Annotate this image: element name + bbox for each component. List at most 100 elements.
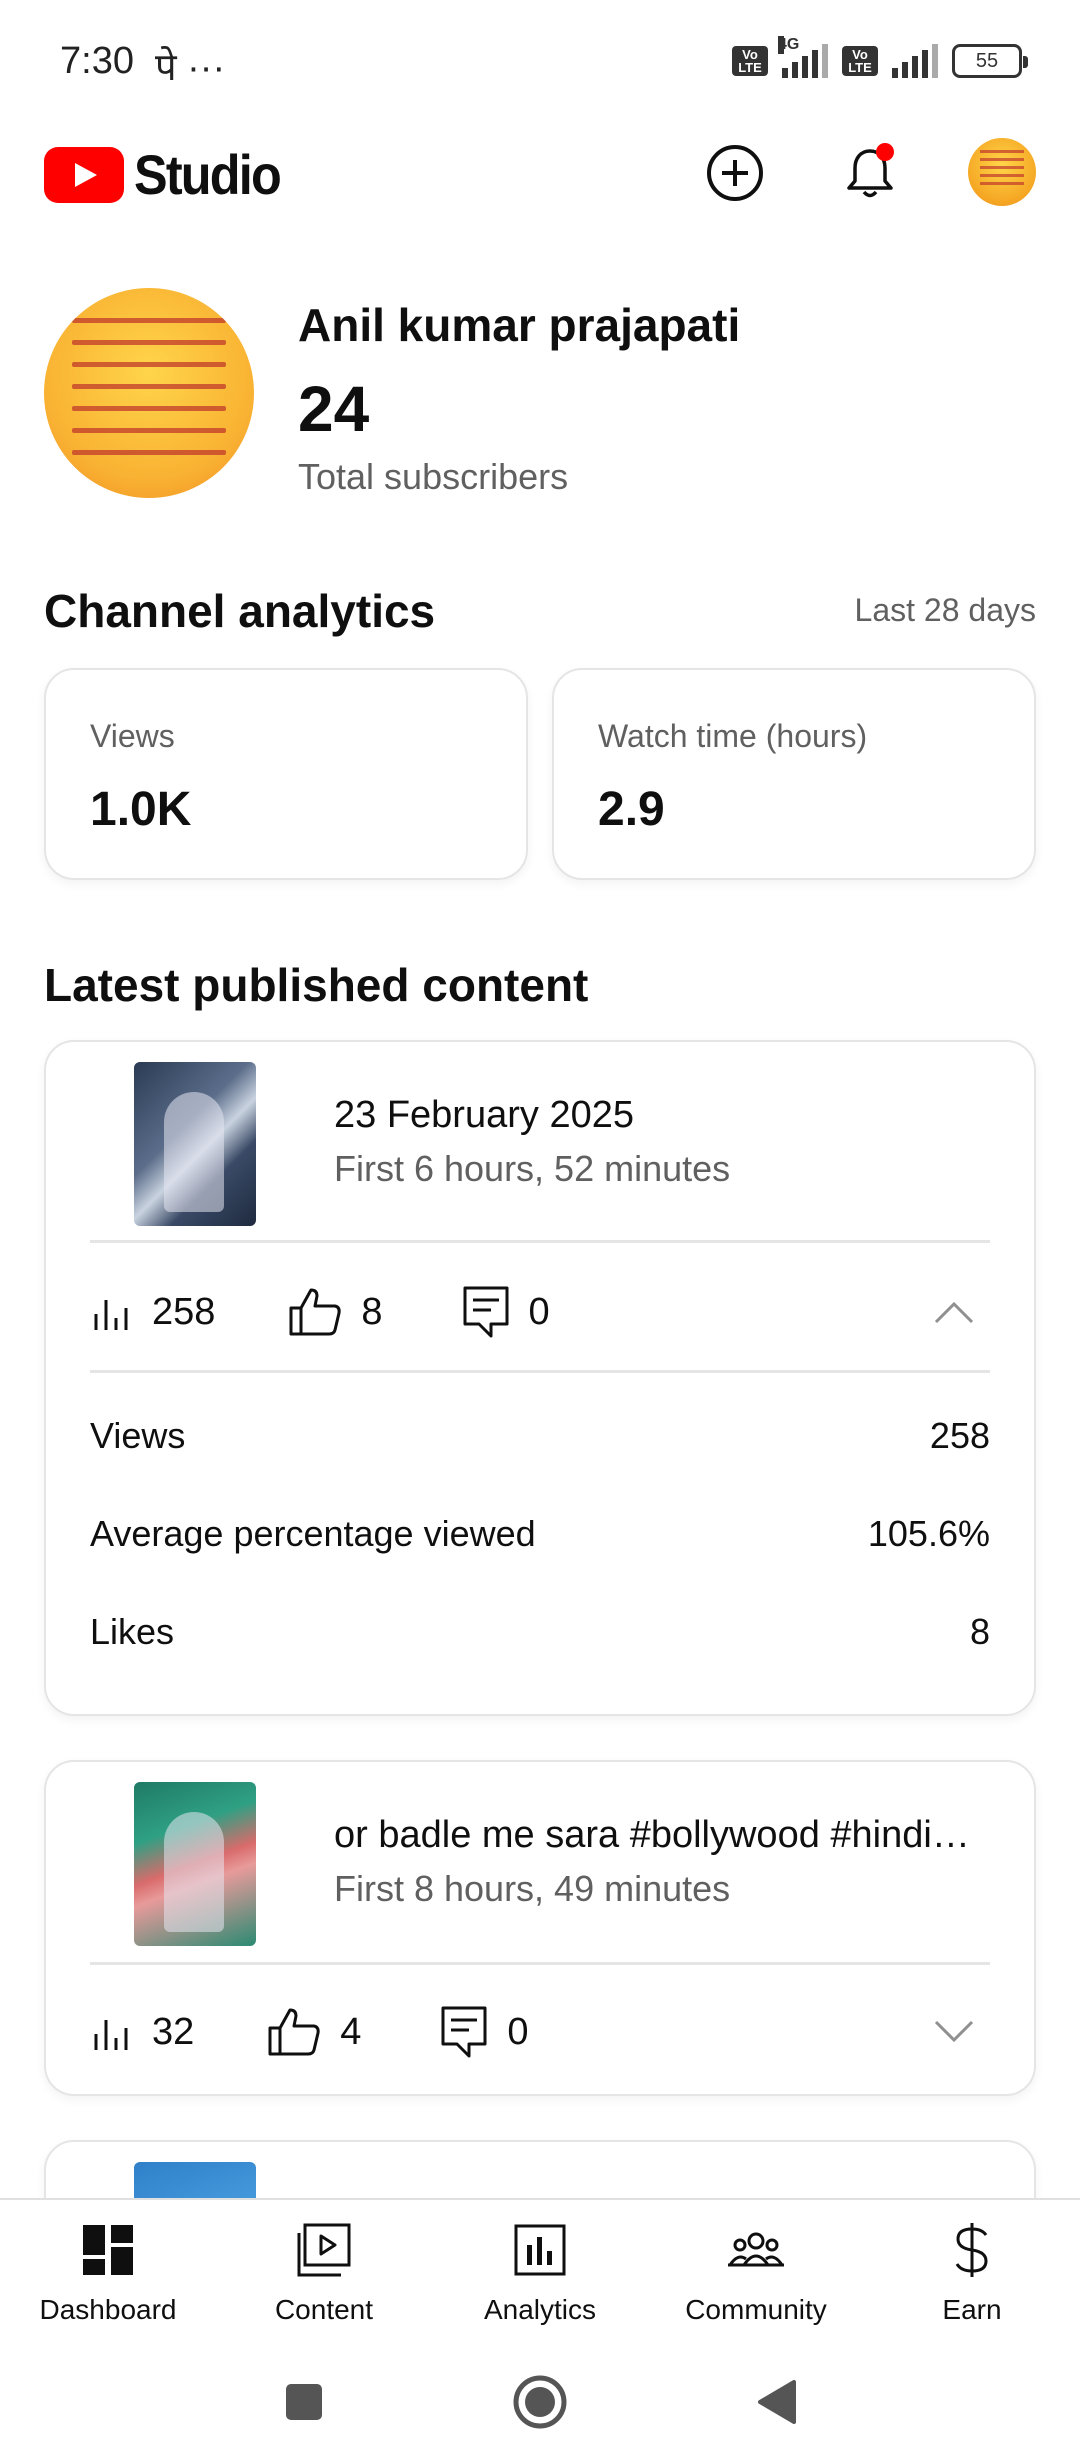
views-metric: 258 [90, 1290, 215, 1334]
detail-label: Average percentage viewed [90, 1513, 536, 1554]
views-metric: 32 [90, 2010, 194, 2054]
video-title: or badle me sara #bollywood #hindi… [334, 1814, 970, 1856]
nav-label: Analytics [483, 2294, 597, 2325]
volte-icon: Vo LTE [842, 46, 878, 76]
square-icon [286, 2384, 322, 2420]
stat-value: 1.0K [90, 783, 192, 836]
signal-icon: 4G [778, 36, 828, 78]
detail-row-likes: Likes 8 [90, 1602, 990, 1662]
thumbs-up-icon [289, 1288, 342, 1336]
nav-label: Earn [942, 2294, 1002, 2325]
chevron-down-icon [934, 2020, 974, 2043]
youtube-play-icon [44, 146, 124, 203]
battery-level: 55 [975, 49, 999, 72]
signal-icon [892, 44, 938, 78]
stat-value: 2.9 [598, 783, 665, 836]
comments-metric: 0 [461, 1284, 550, 1340]
home-button[interactable] [510, 2372, 570, 2432]
views-count: 32 [152, 2010, 195, 2053]
comment-icon [441, 2006, 487, 2058]
watch-time-stat-card[interactable]: Watch time (hours) 2.9 [552, 668, 1036, 880]
chevron-up-icon [934, 1301, 974, 1324]
app-header: Studio [0, 130, 1080, 230]
comments-count: 0 [507, 2010, 529, 2053]
battery-icon: 55 [952, 44, 1028, 78]
detail-value: 8 [969, 1611, 990, 1652]
back-triangle-icon [758, 2380, 796, 2424]
channel-avatar[interactable] [44, 288, 254, 498]
community-icon [728, 2232, 784, 2267]
expand-button[interactable] [932, 2010, 976, 2054]
nav-content[interactable]: Content [216, 2200, 432, 2340]
nav-label: Dashboard [39, 2294, 177, 2325]
bottom-navigation: Dashboard Content Analytics Community Ea… [0, 2198, 1080, 2340]
app-name: Studio [134, 143, 282, 206]
status-bar: 7:30 पे ··· Vo LTE 4G Vo LTE 55 [0, 0, 1080, 130]
account-avatar[interactable] [968, 138, 1036, 206]
likes-count: 8 [361, 1290, 383, 1333]
thumbs-up-icon [268, 2008, 320, 2056]
likes-metric: 4 [266, 2006, 361, 2058]
notifications-button[interactable] [835, 138, 905, 208]
detail-label: Views [90, 1415, 186, 1456]
status-notification-indicators: पे ··· [155, 47, 226, 89]
nav-label: Community [685, 2294, 827, 2325]
detail-value: 258 [929, 1415, 990, 1456]
divider [90, 1370, 990, 1373]
dollar-icon [955, 2223, 988, 2277]
video-period: First 8 hours, 49 minutes [334, 1868, 731, 1909]
analytics-icon [514, 2224, 566, 2276]
status-time: 7:30 [60, 40, 134, 82]
nav-earn[interactable]: Earn [864, 2200, 1080, 2340]
create-button[interactable] [700, 138, 770, 208]
nav-dashboard[interactable]: Dashboard [0, 2200, 216, 2340]
stat-label: Views [90, 718, 175, 754]
dashboard-icon [83, 2225, 133, 2275]
nav-label: Content [274, 2294, 374, 2325]
video-period: First 6 hours, 52 minutes [334, 1148, 731, 1189]
comment-icon [463, 1286, 509, 1338]
divider [90, 1962, 990, 1965]
status-icons: Vo LTE 4G Vo LTE 55 [732, 36, 1028, 78]
detail-value: 105.6% [867, 1513, 990, 1554]
channel-analytics-title: Channel analytics [44, 585, 436, 637]
content-card[interactable]: 23 February 2025 First 6 hours, 52 minut… [44, 1040, 1036, 1716]
comments-count: 0 [528, 1290, 550, 1333]
detail-label: Likes [90, 1611, 175, 1652]
content-icon [297, 2223, 351, 2277]
video-thumbnail[interactable] [134, 1062, 256, 1226]
video-title: 23 February 2025 [334, 1094, 634, 1136]
add-circle-icon [707, 145, 763, 201]
nav-analytics[interactable]: Analytics [432, 2200, 648, 2340]
system-navigation [0, 2340, 1080, 2460]
video-thumbnail[interactable] [134, 1782, 256, 1946]
comments-metric: 0 [439, 2004, 529, 2060]
likes-metric: 8 [287, 1286, 383, 1338]
metric-row: 32 4 0 [90, 1992, 990, 2072]
detail-row-avg-viewed: Average percentage viewed 105.6% [90, 1504, 990, 1564]
content-card[interactable]: or badle me sara #bollywood #hindi… Firs… [44, 1760, 1036, 2096]
youtube-studio-logo[interactable]: Studio [44, 142, 296, 207]
collapse-button[interactable] [932, 1290, 976, 1334]
network-type: 4G [778, 36, 800, 54]
nav-community[interactable]: Community [648, 2200, 864, 2340]
bar-chart-icon [94, 2020, 128, 2050]
views-stat-card[interactable]: Views 1.0K [44, 668, 528, 880]
home-circle-icon [513, 2375, 567, 2429]
detail-row-views: Views 258 [90, 1406, 990, 1466]
stat-label: Watch time (hours) [598, 718, 868, 754]
notification-dot [876, 143, 894, 161]
channel-summary: Anil kumar prajapati 24 Total subscriber… [44, 288, 1044, 508]
back-button[interactable] [746, 2372, 806, 2432]
likes-count: 4 [340, 2010, 362, 2053]
subscriber-label: Total subscribers [298, 456, 569, 497]
latest-content-title: Latest published content [44, 959, 589, 1011]
subscriber-count: 24 [298, 373, 370, 445]
recents-button[interactable] [274, 2372, 334, 2432]
divider [90, 1240, 990, 1243]
channel-name: Anil kumar prajapati [298, 299, 741, 351]
views-count: 258 [152, 1290, 216, 1333]
volte-icon: Vo LTE [732, 46, 768, 76]
bell-icon [847, 143, 894, 198]
analytics-range: Last 28 days [854, 592, 1036, 628]
